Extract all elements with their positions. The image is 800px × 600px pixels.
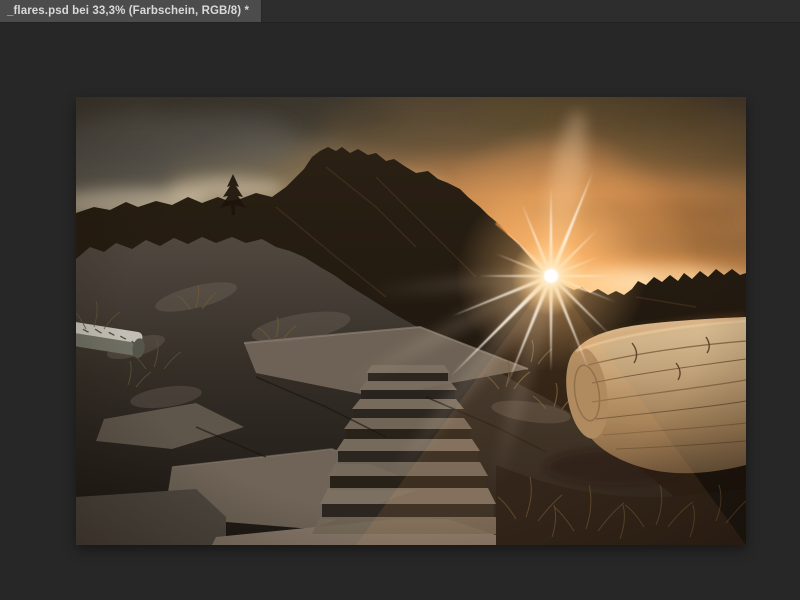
canvas-area [0,23,800,600]
document-canvas[interactable] [76,97,746,545]
document-tab[interactable]: _flares.psd bei 33,3% (Farbschein, RGB/8… [0,0,263,22]
vignette [76,97,746,545]
document-tab-bar: _flares.psd bei 33,3% (Farbschein, RGB/8… [0,0,800,23]
photo-sunset-rocky-steps [76,97,746,545]
document-tab-title: _flares.psd bei 33,3% (Farbschein, RGB/8… [7,5,250,17]
